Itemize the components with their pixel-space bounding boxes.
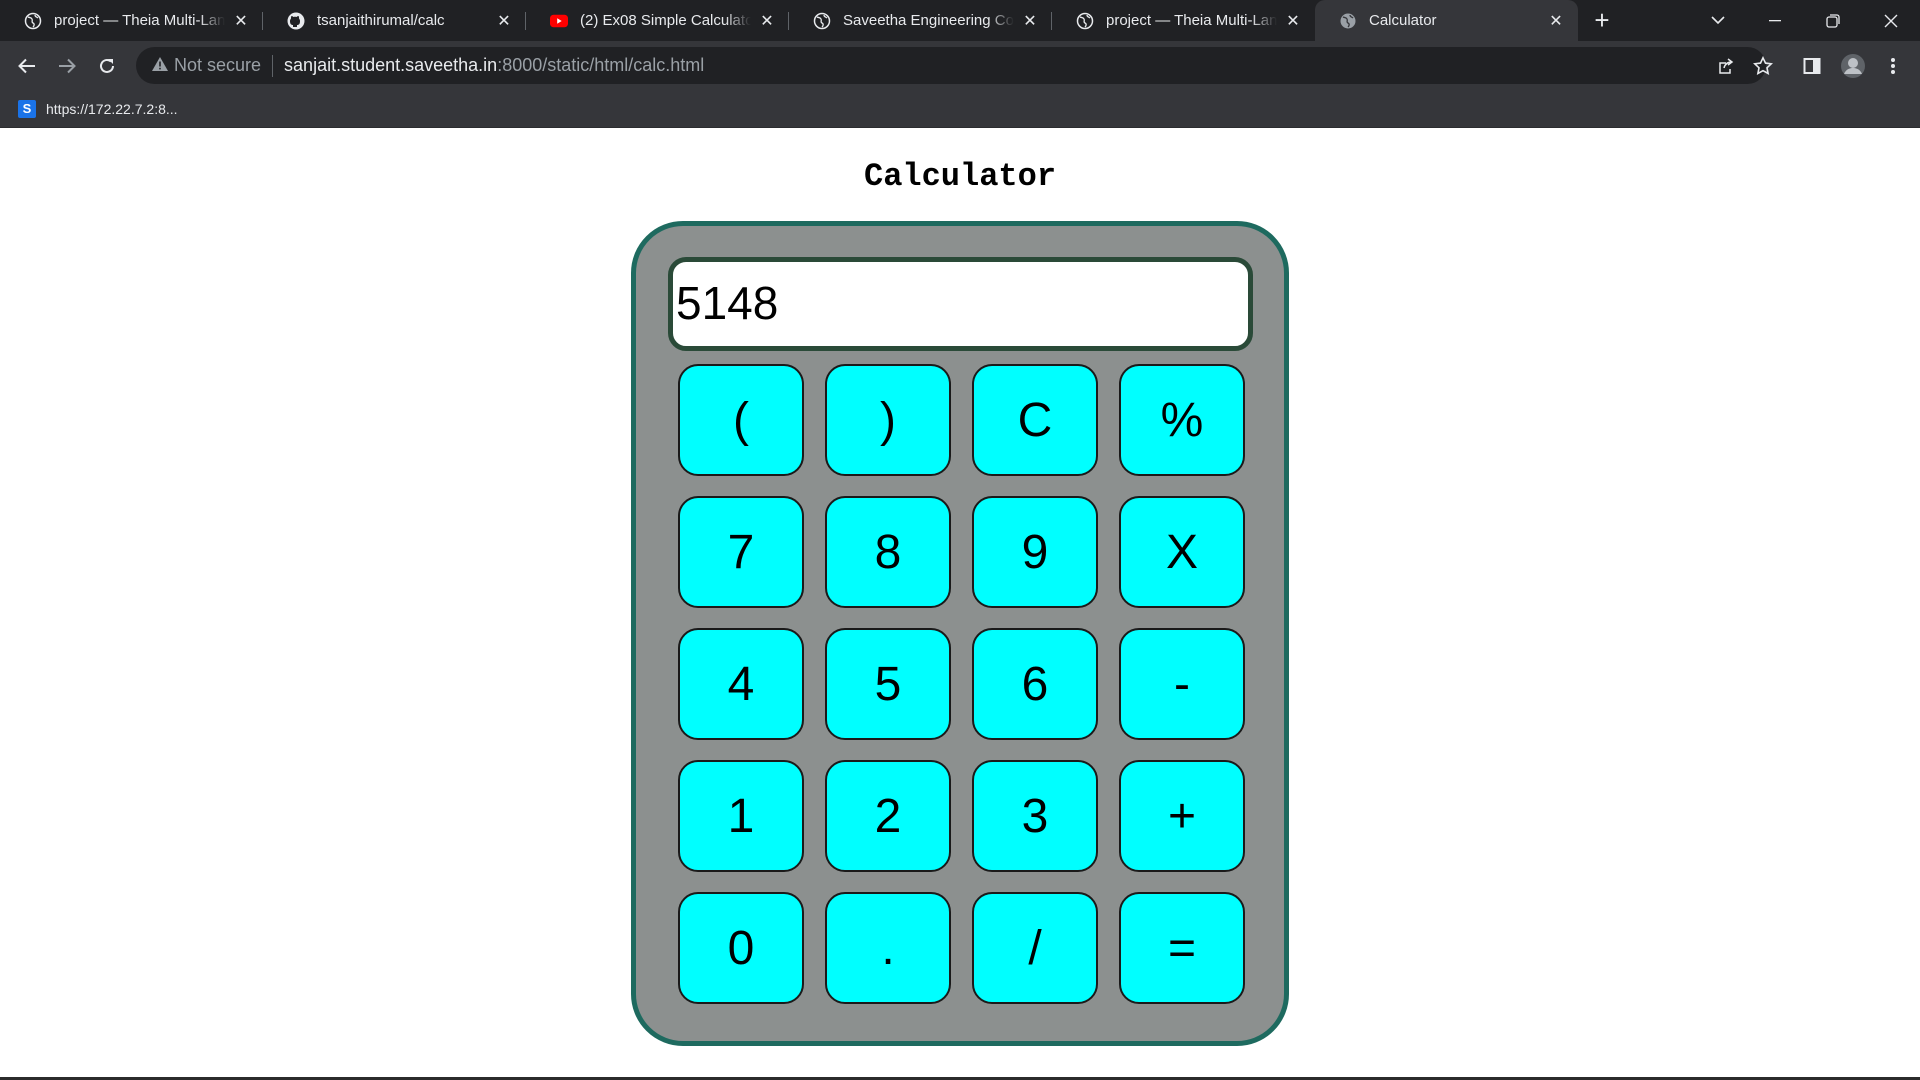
key-divide[interactable]: / (972, 892, 1098, 1004)
bookmark-favicon: S (18, 99, 36, 118)
share-icon[interactable] (1709, 41, 1741, 90)
key-equals[interactable]: = (1119, 892, 1245, 1004)
key-percent[interactable]: % (1119, 364, 1245, 476)
key-8[interactable]: 8 (825, 496, 951, 608)
tab-title: (2) Ex08 Simple Calculator - YouTube (580, 12, 751, 29)
key-6[interactable]: 6 (972, 628, 1098, 740)
page-title: Calculator (863, 158, 1057, 195)
reload-icon[interactable] (87, 46, 127, 86)
close-icon[interactable]: ✕ (1283, 11, 1303, 31)
key-2[interactable]: 2 (825, 760, 951, 872)
tab-4[interactable]: Saveetha Engineering College ✕ (789, 0, 1052, 41)
key-close-paren[interactable]: ) (825, 364, 951, 476)
tab-title: Calculator (1369, 12, 1437, 29)
close-icon[interactable]: ✕ (757, 11, 777, 31)
bookmarks-bar: S https://172.22.7.2:8... (0, 90, 1920, 128)
browser-toolbar: Not secure sanjait.student.saveetha.in:8… (0, 41, 1920, 90)
key-1[interactable]: 1 (678, 760, 804, 872)
tab-title: tsanjaithirumal/calc (317, 12, 445, 29)
key-open-paren[interactable]: ( (678, 364, 804, 476)
restore-icon[interactable] (1808, 0, 1858, 41)
tab-title: Saveetha Engineering College (843, 12, 1014, 29)
key-multiply[interactable]: X (1119, 496, 1245, 608)
key-7[interactable]: 7 (678, 496, 804, 608)
key-clear[interactable]: C (972, 364, 1098, 476)
calculator-display: 5148 (668, 257, 1253, 351)
warning-icon[interactable] (152, 55, 168, 76)
security-label[interactable]: Not secure (174, 55, 261, 76)
back-icon[interactable] (7, 46, 47, 86)
address-bar[interactable]: Not secure sanjait.student.saveetha.in:8… (136, 47, 1766, 84)
calculator-body: 5148 ( ) C % 7 8 9 X 4 5 6 - 1 2 3 + 0 .… (631, 221, 1289, 1046)
tab-6-active[interactable]: Calculator ✕ (1315, 0, 1578, 41)
forward-icon[interactable] (47, 46, 87, 86)
tab-search-icon[interactable] (1694, 0, 1742, 41)
tab-strip: project — Theia Multi-Language ✕ tsanjai… (0, 0, 1920, 41)
tab-title: project — Theia Multi-Language (1106, 12, 1277, 29)
menu-icon[interactable] (1878, 41, 1908, 90)
profile-avatar[interactable] (1836, 41, 1870, 90)
tab-2[interactable]: tsanjaithirumal/calc ✕ (263, 0, 526, 41)
window-close-icon[interactable] (1866, 0, 1916, 41)
key-9[interactable]: 9 (972, 496, 1098, 608)
globe-icon (1339, 12, 1357, 30)
key-5[interactable]: 5 (825, 628, 951, 740)
tab-5[interactable]: project — Theia Multi-Language ✕ (1052, 0, 1315, 41)
url-path: :8000/static/html/calc.html (497, 55, 705, 75)
close-icon[interactable]: ✕ (494, 11, 514, 31)
close-icon[interactable]: ✕ (1546, 11, 1566, 31)
key-0[interactable]: 0 (678, 892, 804, 1004)
tab-1[interactable]: project — Theia Multi-Language ✕ (0, 0, 263, 41)
url-host: sanjait.student.saveetha.in (284, 55, 498, 75)
side-panel-icon[interactable] (1796, 41, 1828, 90)
key-decimal[interactable]: . (825, 892, 951, 1004)
github-icon (287, 12, 305, 30)
new-tab-button[interactable]: + (1578, 0, 1626, 41)
globe-icon (1076, 12, 1094, 30)
globe-icon (813, 12, 831, 30)
tab-3[interactable]: (2) Ex08 Simple Calculator - YouTube ✕ (526, 0, 789, 41)
key-3[interactable]: 3 (972, 760, 1098, 872)
close-icon[interactable]: ✕ (231, 11, 251, 31)
globe-icon (24, 12, 42, 30)
key-subtract[interactable]: - (1119, 628, 1245, 740)
star-icon[interactable] (1747, 41, 1779, 90)
close-icon[interactable]: ✕ (1020, 11, 1040, 31)
youtube-icon (550, 12, 568, 30)
minimize-icon[interactable] (1750, 0, 1800, 41)
key-add[interactable]: + (1119, 760, 1245, 872)
tab-title: project — Theia Multi-Language (54, 12, 225, 29)
bookmark-item[interactable]: https://172.22.7.2:8... (46, 101, 178, 117)
key-4[interactable]: 4 (678, 628, 804, 740)
